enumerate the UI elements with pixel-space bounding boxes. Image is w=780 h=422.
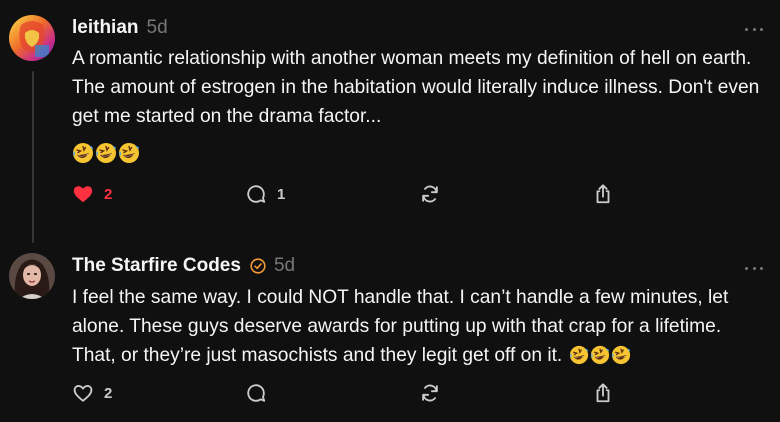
rofl-emoji-icon (569, 345, 589, 365)
like-button[interactable]: 2 (72, 180, 112, 208)
username[interactable]: The Starfire Codes (72, 255, 241, 277)
like-count: 2 (104, 384, 113, 402)
share-icon (596, 184, 610, 204)
thread-line (32, 71, 34, 243)
heart-filled-icon (73, 186, 93, 203)
reply-count: 1 (277, 185, 286, 203)
repost-button[interactable] (419, 379, 441, 407)
post-text: A romantic relationship with another wom… (72, 48, 760, 127)
comment-icon (247, 384, 266, 402)
like-count: 2 (104, 185, 113, 203)
verified-badge-icon (250, 258, 266, 274)
repost-icon (422, 185, 438, 203)
rofl-emoji-icon (590, 345, 610, 365)
comment-icon (247, 185, 266, 203)
rofl-emoji-icon (95, 142, 117, 164)
rofl-emoji-icon (72, 142, 94, 164)
timestamp[interactable]: 5d (147, 17, 168, 39)
action-bar: 2 (0, 379, 780, 407)
more-icon[interactable] (745, 265, 763, 271)
repost-button[interactable] (419, 180, 441, 208)
thread: leithian 5d A romantic relationship with… (0, 0, 780, 422)
post: The Starfire Codes 5d I feel the same wa… (0, 248, 780, 422)
avatar[interactable] (9, 15, 55, 61)
reply-button[interactable] (245, 379, 267, 407)
share-button[interactable] (592, 180, 614, 208)
post-text: I feel the same way. I could NOT handle … (72, 283, 762, 370)
share-button[interactable] (592, 379, 614, 407)
repost-icon (422, 384, 438, 402)
like-button[interactable]: 2 (72, 379, 112, 407)
post: leithian 5d A romantic relationship with… (0, 0, 780, 248)
emoji-row (72, 142, 140, 164)
reply-button[interactable]: 1 (245, 180, 285, 208)
share-icon (596, 383, 610, 403)
post-header: leithian 5d (72, 17, 168, 39)
timestamp[interactable]: 5d (274, 255, 295, 277)
heart-outline-icon (73, 385, 93, 402)
post-header: The Starfire Codes 5d (72, 255, 295, 277)
avatar[interactable] (9, 253, 55, 299)
action-bar: 2 1 (0, 180, 780, 208)
username[interactable]: leithian (72, 17, 139, 39)
rofl-emoji-icon (118, 142, 140, 164)
more-icon[interactable] (745, 26, 763, 32)
rofl-emoji-icon (611, 345, 631, 365)
